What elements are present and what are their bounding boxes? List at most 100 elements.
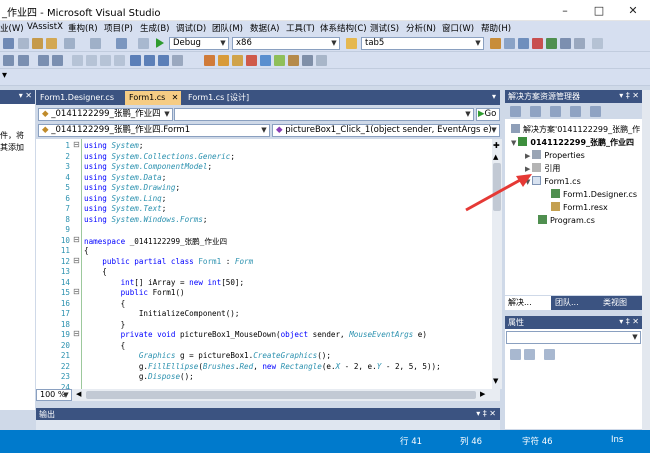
- tab-form1-designer[interactable]: Form1.Designer.cs: [36, 91, 118, 105]
- copy-icon[interactable]: [32, 38, 43, 49]
- search-combo[interactable]: ▼: [174, 108, 474, 121]
- panel-controls-icon[interactable]: ▾ ‡ ✕: [619, 91, 639, 100]
- scroll-left-icon[interactable]: ◀: [76, 390, 81, 398]
- layout-icon[interactable]: [130, 55, 141, 66]
- maximize-button[interactable]: □: [582, 0, 616, 21]
- panel-controls-icon[interactable]: ▾ ‡ ✕: [476, 409, 496, 418]
- scroll-thumb[interactable]: [86, 391, 476, 399]
- scroll-up-icon[interactable]: ▲: [493, 153, 498, 161]
- property-pages-icon[interactable]: [544, 349, 555, 360]
- collapse-icon[interactable]: ⊟: [73, 287, 80, 296]
- overflow-icon[interactable]: ▾: [2, 70, 7, 81]
- tree-node-designer[interactable]: Form1.Designer.cs: [551, 189, 637, 199]
- object-browser-icon[interactable]: [532, 38, 543, 49]
- find-in-files-icon[interactable]: [346, 38, 357, 49]
- collapse-icon[interactable]: ⊟: [73, 256, 80, 265]
- assist-icon[interactable]: [274, 55, 285, 66]
- tree-node-project[interactable]: ▼ 0141122299_张鹏_作业四: [511, 137, 634, 148]
- menu-item[interactable]: 重构(R): [68, 22, 98, 34]
- project-combo[interactable]: ◆ _0141122299_张鹏_作业四 ▼: [38, 108, 173, 121]
- split-icon[interactable]: ✚: [493, 141, 500, 150]
- assist-icon[interactable]: [302, 55, 313, 66]
- menu-item[interactable]: 业(W): [0, 22, 24, 34]
- menu-item[interactable]: VAssistX: [27, 22, 63, 32]
- bookmark-prev-icon[interactable]: [86, 55, 97, 66]
- assist-icon[interactable]: [316, 55, 327, 66]
- extension-icon[interactable]: [546, 38, 557, 49]
- tab-solution[interactable]: 解决...: [505, 296, 551, 310]
- menu-item[interactable]: 体系结构(C): [320, 22, 367, 34]
- start-page-icon[interactable]: [560, 38, 571, 49]
- indent-icon[interactable]: [3, 55, 14, 66]
- tab-team[interactable]: 团队...: [555, 297, 579, 308]
- type-combo[interactable]: ◆ _0141122299_张鹏_作业四.Form1 ▼: [38, 124, 270, 137]
- bookmark-clear-icon[interactable]: [114, 55, 125, 66]
- go-button[interactable]: ▶Go: [476, 108, 500, 121]
- close-button[interactable]: ✕: [616, 0, 650, 21]
- menu-item[interactable]: 数据(A): [250, 22, 279, 34]
- member-combo[interactable]: ◆ pictureBox1_Click_1(object sender, Eve…: [272, 124, 500, 137]
- menu-item[interactable]: 调试(D): [176, 22, 206, 34]
- menu-item[interactable]: 分析(N): [406, 22, 436, 34]
- pin-icon[interactable]: ▾ ✕: [19, 91, 32, 100]
- tab-form1-design[interactable]: Form1.cs [设计]: [184, 91, 253, 105]
- toolbox-icon[interactable]: [490, 38, 501, 49]
- menu-item[interactable]: 生成(B): [140, 22, 169, 34]
- assist-icon[interactable]: [288, 55, 299, 66]
- menu-item[interactable]: 工具(T): [286, 22, 315, 34]
- platform-select[interactable]: x86 ▼: [232, 37, 340, 50]
- sort-alpha-icon[interactable]: [524, 349, 535, 360]
- collapse-icon[interactable]: ⊟: [73, 235, 80, 244]
- tree-node-program[interactable]: Program.cs: [538, 215, 595, 225]
- close-tab-icon[interactable]: ✕: [172, 91, 179, 104]
- more-icon[interactable]: [592, 38, 603, 49]
- assist-icon[interactable]: [218, 55, 229, 66]
- scroll-right-icon[interactable]: ▶: [480, 390, 485, 398]
- find-input[interactable]: tab5 ▼: [361, 37, 484, 50]
- zoom-select[interactable]: 100 % ▼: [36, 389, 72, 401]
- assist-icon[interactable]: [260, 55, 271, 66]
- collapse-icon[interactable]: ⊟: [73, 329, 80, 338]
- tree-node-resx[interactable]: Form1.resx: [551, 202, 608, 212]
- navigate-back-icon[interactable]: [138, 38, 149, 49]
- tab-overflow-icon[interactable]: ▾: [492, 92, 496, 101]
- cut-icon[interactable]: [18, 38, 29, 49]
- start-debug-icon[interactable]: [156, 38, 164, 48]
- minimize-button[interactable]: –: [548, 0, 582, 21]
- editor-horizontal-scrollbar[interactable]: 100 % ▼ ◀ ▶: [36, 389, 500, 401]
- refresh-icon[interactable]: [550, 106, 561, 117]
- comment-icon[interactable]: [38, 55, 49, 66]
- view-designer-icon[interactable]: [590, 106, 601, 117]
- configuration-select[interactable]: Debug ▼: [169, 37, 229, 50]
- navigate-icon[interactable]: [116, 38, 127, 49]
- view-code-icon[interactable]: [570, 106, 581, 117]
- bookmark-icon[interactable]: [72, 55, 83, 66]
- redo-icon[interactable]: [90, 38, 101, 49]
- properties-icon[interactable]: [518, 38, 529, 49]
- object-select[interactable]: ▼: [506, 331, 641, 344]
- menu-item[interactable]: 窗口(W): [442, 22, 474, 34]
- undo-icon[interactable]: [64, 38, 75, 49]
- paste-icon[interactable]: [46, 38, 57, 49]
- tree-node-solution[interactable]: 解决方案'0141122299_张鹏_作: [511, 124, 640, 135]
- assist-icon[interactable]: [204, 55, 215, 66]
- categorized-icon[interactable]: [510, 349, 521, 360]
- menu-item[interactable]: 项目(P): [104, 22, 133, 34]
- window-icon[interactable]: [574, 38, 585, 49]
- collapse-icon[interactable]: ⊟: [73, 140, 80, 149]
- size-icon[interactable]: [158, 55, 169, 66]
- properties-icon[interactable]: [510, 106, 521, 117]
- outdent-icon[interactable]: [18, 55, 29, 66]
- bookmark-next-icon[interactable]: [100, 55, 111, 66]
- scroll-down-icon[interactable]: ▼: [493, 377, 498, 385]
- assist-icon[interactable]: [232, 55, 243, 66]
- panel-controls-icon[interactable]: ▾ ‡ ✕: [619, 317, 639, 326]
- align-icon[interactable]: [144, 55, 155, 66]
- save-icon[interactable]: [3, 38, 14, 49]
- uncomment-icon[interactable]: [52, 55, 63, 66]
- assist-icon[interactable]: [246, 55, 257, 66]
- tree-node-properties[interactable]: ▶ Properties: [525, 150, 585, 160]
- menu-item[interactable]: 团队(M): [212, 22, 243, 34]
- tab-class-view[interactable]: 类视图: [603, 297, 627, 308]
- menu-item[interactable]: 帮助(H): [481, 22, 511, 34]
